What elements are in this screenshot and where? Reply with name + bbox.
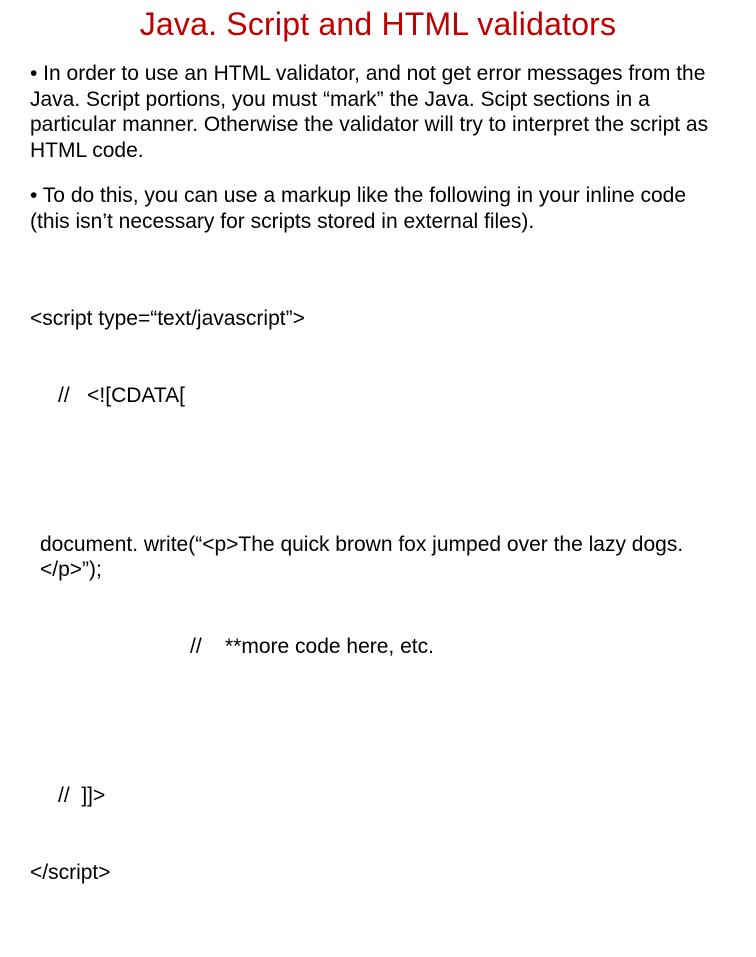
code-line-6: </script>: [30, 860, 726, 886]
code-line-1: <script type=“text/javascript”>: [30, 306, 726, 332]
slide: Java. Script and HTML validators • In or…: [0, 0, 756, 957]
paragraph-2: • To do this, you can use a markup like …: [30, 183, 726, 234]
slide-title: Java. Script and HTML validators: [30, 6, 726, 43]
code-line-2: // <![CDATA[: [30, 383, 726, 409]
paragraph-1: • In order to use an HTML validator, and…: [30, 61, 726, 163]
code-line-3: document. write(“<p>The quick brown fox …: [30, 532, 726, 583]
code-line-4: // **more code here, etc.: [30, 634, 726, 660]
code-line-5: // ]]>: [30, 783, 726, 809]
code-example: <script type=“text/javascript”> // <![CD…: [30, 255, 726, 937]
